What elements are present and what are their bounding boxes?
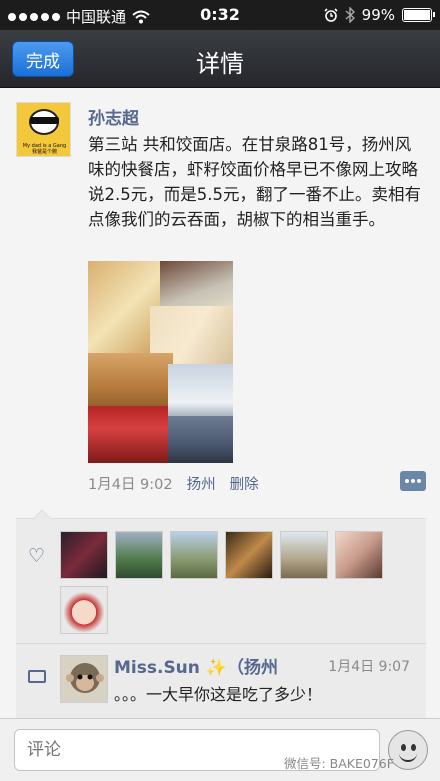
author-name[interactable]: 孙志超: [88, 104, 139, 129]
post-text: 第三站 共和饺面店。在甘泉路81号，扬州风味的快餐店，虾籽饺面价格早已不像网上攻…: [88, 135, 421, 229]
emoji-button[interactable]: [388, 730, 428, 770]
comment-icon: [28, 670, 46, 683]
panel-divider: [16, 643, 426, 644]
comment-action-button[interactable]: [400, 471, 426, 491]
comment-bar: 微信号: BAKE076F: [0, 718, 440, 781]
delete-link[interactable]: 删除: [230, 473, 259, 494]
likes-comments-panel: ♡ Miss.Sun ✨（扬州 1月4日 9:07 。。。一大早你这是吃了多少！: [16, 509, 426, 718]
liker-avatar[interactable]: [60, 586, 108, 634]
bluetooth-icon: [345, 7, 355, 23]
heart-icon: ♡: [28, 545, 46, 567]
liker-avatar[interactable]: [280, 531, 328, 579]
commenter-name[interactable]: Miss.Sun ✨（扬州: [114, 653, 314, 678]
liker-avatar[interactable]: [335, 531, 383, 579]
liker-avatar[interactable]: [115, 531, 163, 579]
navigation-bar: 完成 详情: [0, 30, 440, 88]
alarm-icon: [324, 8, 338, 22]
liker-avatar[interactable]: [225, 531, 273, 579]
author-avatar[interactable]: My dad is a Gang 我爸是个腕: [16, 102, 71, 157]
post-detail: My dad is a Gang 我爸是个腕 孙志超 第三站 共和饺面店。在甘泉…: [0, 88, 440, 718]
liker-avatar[interactable]: [60, 531, 108, 579]
post-location[interactable]: 扬州: [187, 473, 216, 494]
avatar-glasses: [30, 117, 59, 124]
status-right: 99%: [324, 6, 435, 24]
liker-avatar[interactable]: [170, 531, 218, 579]
monkey-icon: [61, 656, 107, 702]
post-date: 1月4日 9:02: [88, 477, 173, 493]
battery-percent: 99%: [361, 6, 395, 24]
post-photo[interactable]: [88, 261, 233, 463]
battery-icon: [402, 8, 435, 22]
status-bar: 中国联通 0:32 99%: [0, 0, 440, 30]
watermark: 微信号: BAKE076F: [284, 756, 394, 771]
comment-text: 。。。一大早你这是吃了多少！: [114, 685, 323, 704]
avatar-caption: My dad is a Gang 我爸是个腕: [22, 143, 67, 155]
comment-time: 1月4日 9:07: [328, 659, 410, 675]
page-title: 详情: [196, 50, 244, 78]
post-meta: 1月4日 9:02 扬州 删除: [88, 473, 259, 494]
panel-notch: [33, 509, 51, 527]
commenter-avatar[interactable]: [60, 655, 108, 703]
